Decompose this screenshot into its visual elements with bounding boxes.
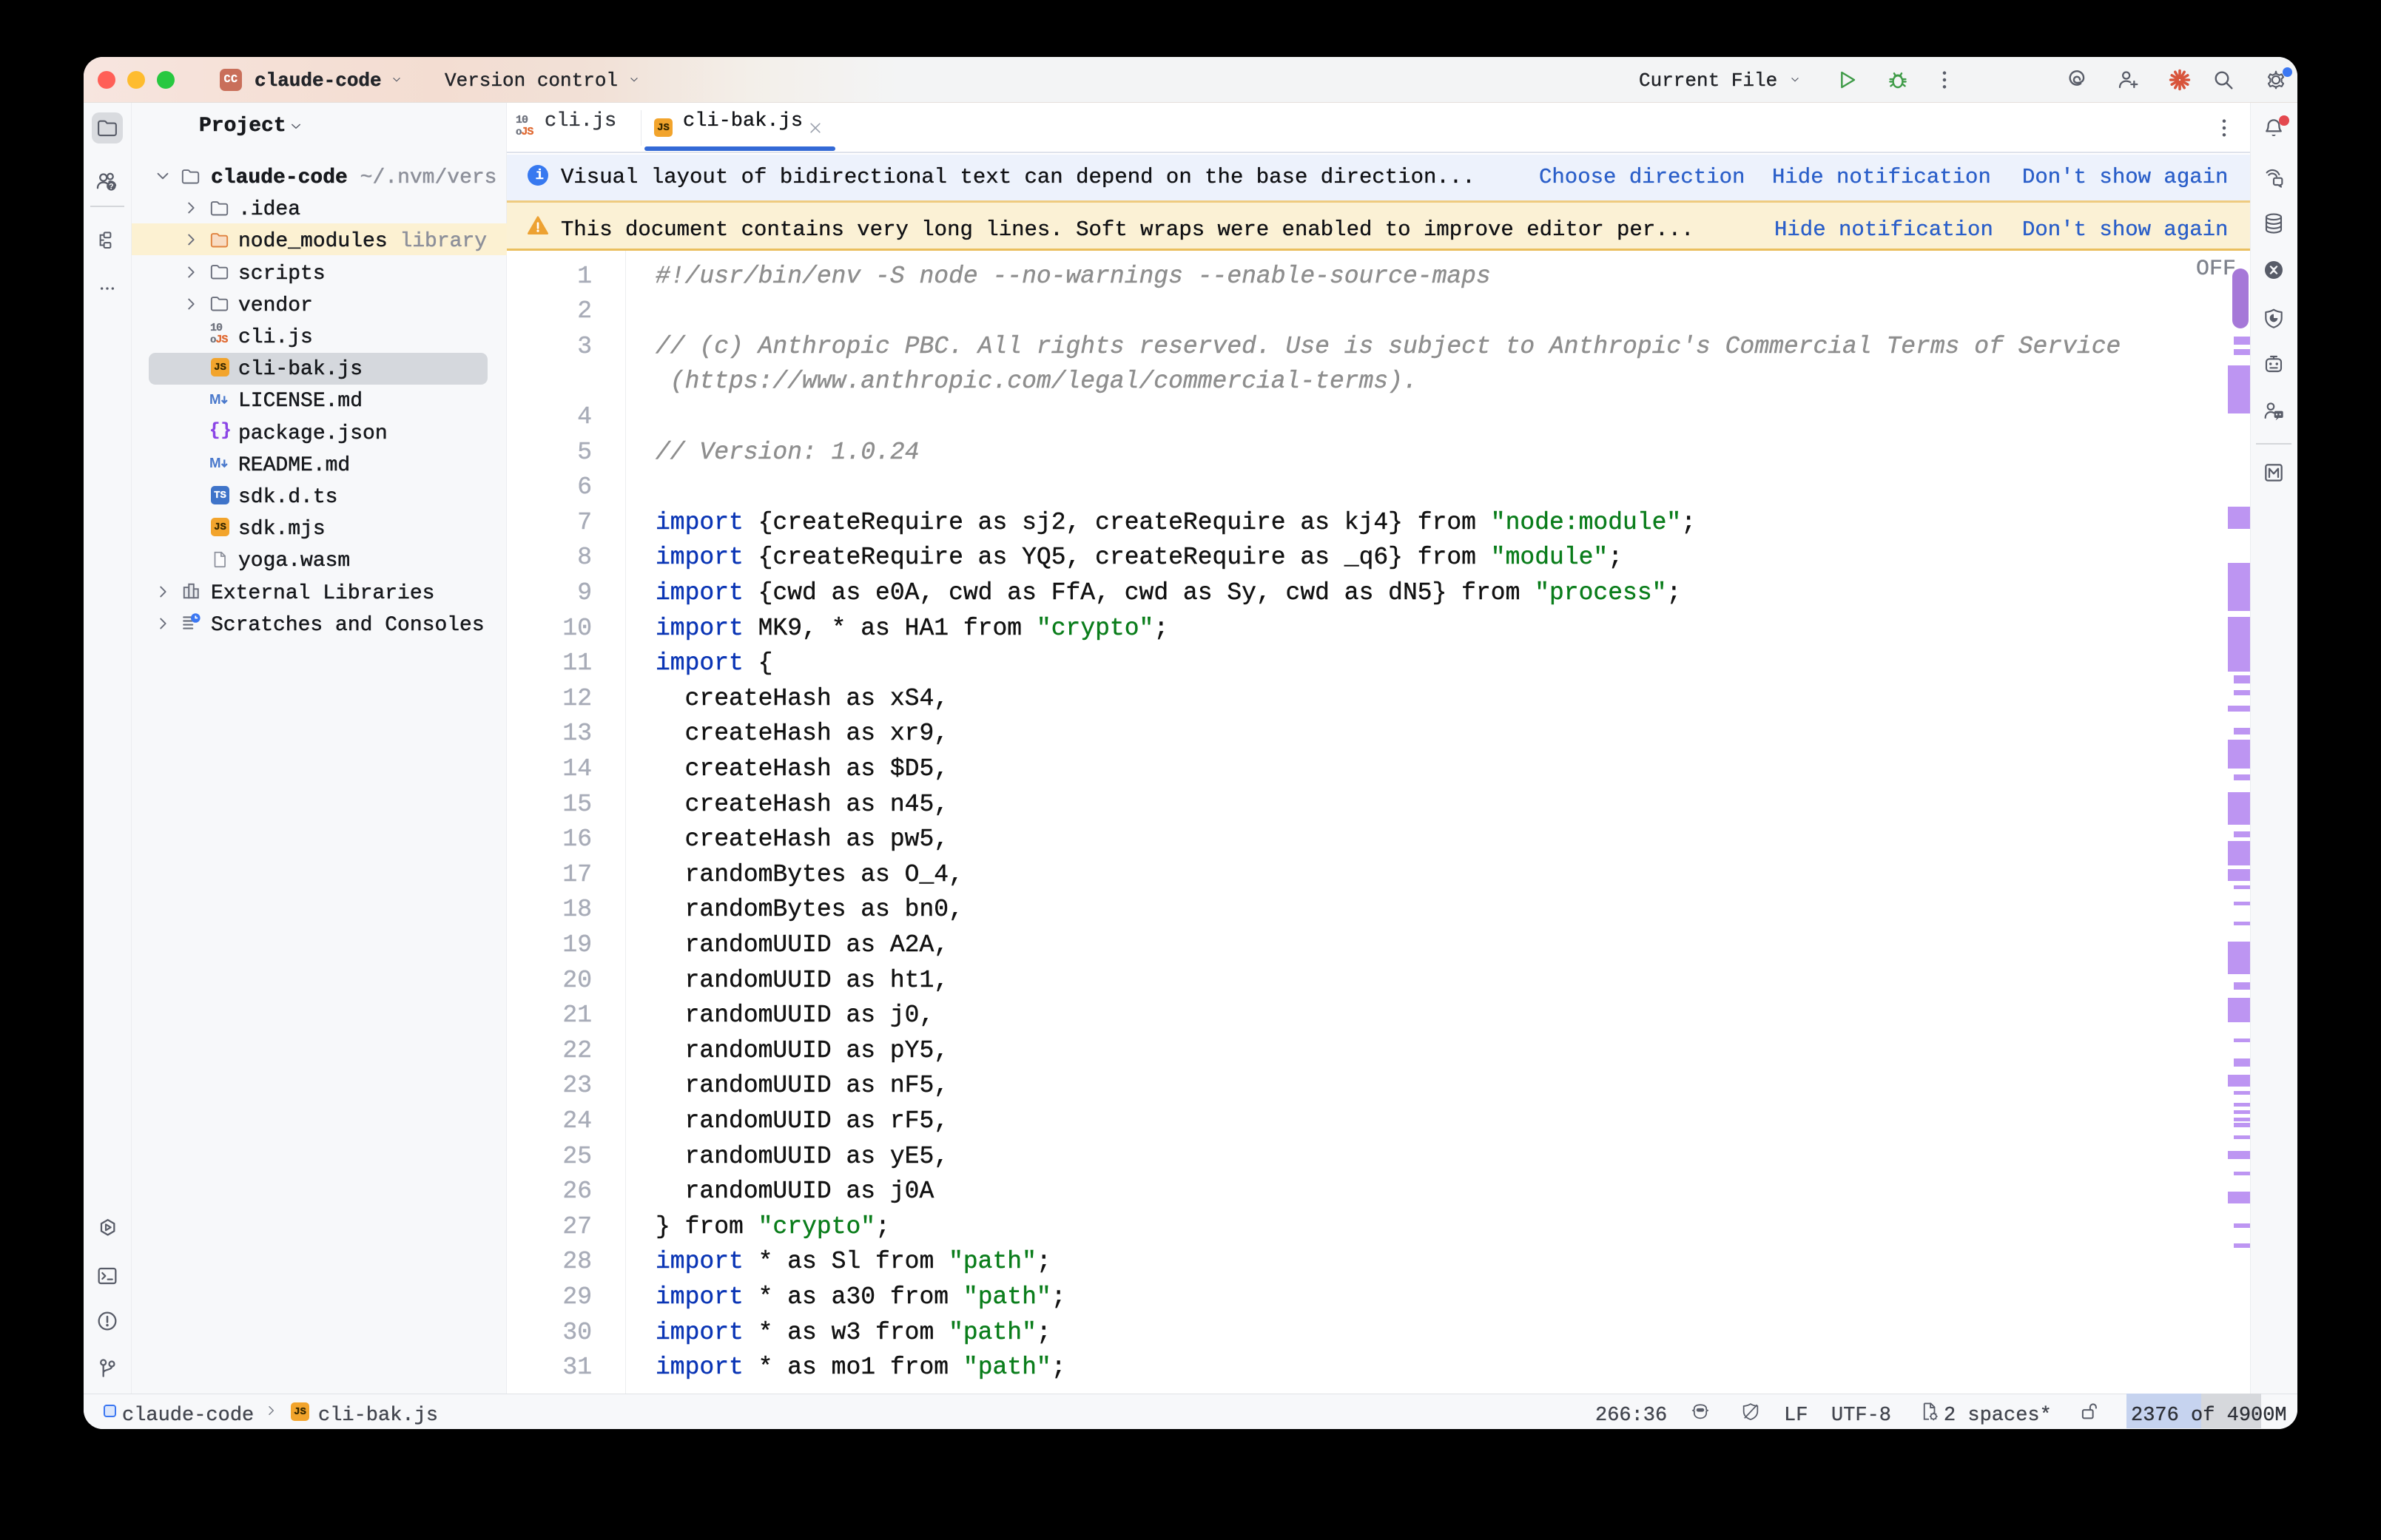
svg-text:M: M (210, 391, 221, 407)
svg-text:?: ? (109, 182, 113, 191)
svg-text:M: M (210, 455, 221, 470)
